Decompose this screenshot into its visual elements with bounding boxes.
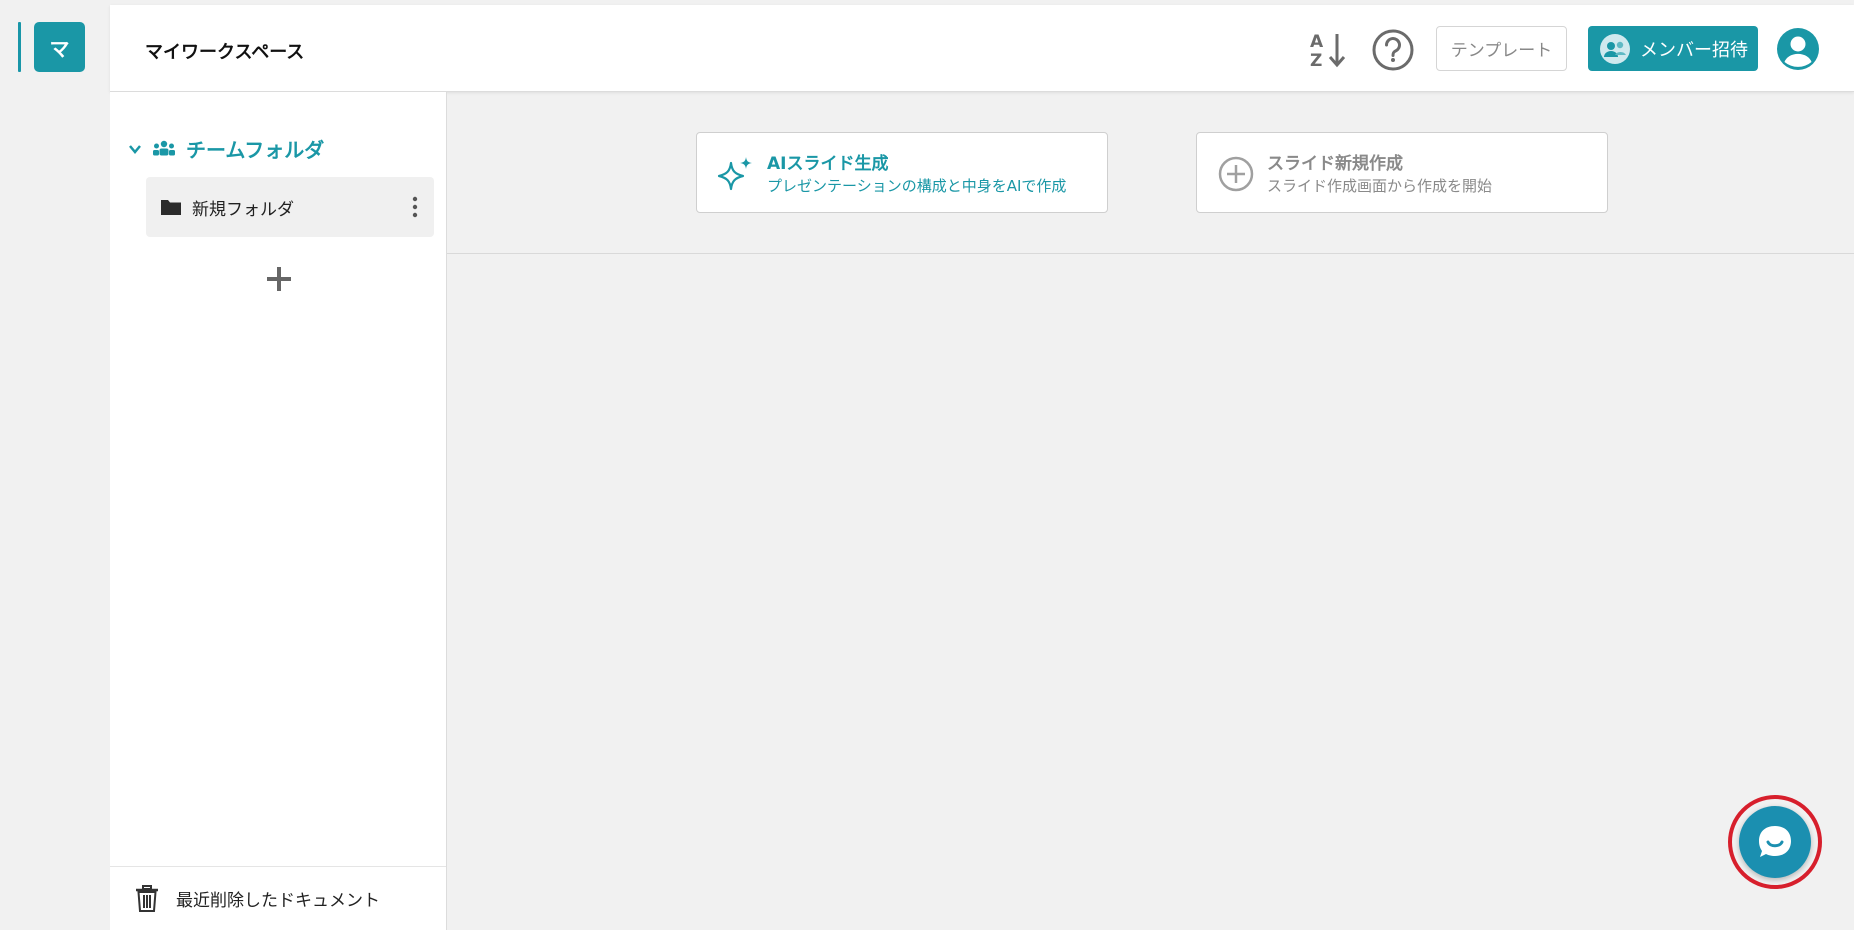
chat-support-button[interactable] <box>1739 806 1811 878</box>
sort-button[interactable]: A Z <box>1304 27 1350 73</box>
chat-bubble-icon <box>1759 826 1791 857</box>
team-icon <box>153 140 175 155</box>
ai-slide-generate-card[interactable]: AIスライド生成 プレゼンテーションの構成と中身をAIで作成 <box>696 132 1108 213</box>
invite-member-button[interactable]: メンバー招待 <box>1588 26 1758 71</box>
workspace-avatar-button[interactable]: マ <box>34 22 85 72</box>
plus-icon <box>267 267 291 291</box>
team-folder-label: チームフォルダ <box>186 138 325 162</box>
recently-deleted-label: 最近削除したドキュメント <box>176 891 380 911</box>
folder-name: 新規フォルダ <box>192 199 294 220</box>
recently-deleted-link[interactable]: 最近削除したドキュメント <box>110 866 446 930</box>
help-circle-icon <box>1372 29 1414 71</box>
add-folder-button[interactable] <box>262 262 296 296</box>
workspace-title: マイワークスペース <box>145 42 305 63</box>
plus-circle-icon <box>1217 155 1255 193</box>
help-button[interactable] <box>1370 27 1416 73</box>
svg-text:A: A <box>1310 32 1324 52</box>
folder-icon <box>161 200 181 215</box>
template-button[interactable]: テンプレート <box>1436 26 1567 71</box>
folder-sidebar: チームフォルダ 新規フォルダ 最近削除したドキュメント <box>110 92 447 930</box>
sparkle-icon <box>717 155 755 193</box>
team-folder-header[interactable]: チームフォルダ <box>128 134 324 163</box>
user-icon <box>1777 28 1819 70</box>
trash-icon <box>136 884 158 912</box>
sort-alpha-icon: A Z <box>1310 32 1346 70</box>
folder-item[interactable]: 新規フォルダ <box>146 177 434 237</box>
top-bar: マイワークスペース A Z テンプレート メンバー招待 <box>110 5 1854 92</box>
svg-text:Z: Z <box>1310 51 1322 70</box>
ai-card-subtitle: プレゼンテーションの構成と中身をAIで作成 <box>767 177 1067 195</box>
folder-menu-icon[interactable] <box>410 194 420 220</box>
chat-highlight-ring <box>1728 795 1822 889</box>
create-actions-bar: AIスライド生成 プレゼンテーションの構成と中身をAIで作成 スライド新規作成 … <box>447 92 1854 254</box>
ai-card-title: AIスライド生成 <box>767 154 889 174</box>
new-card-title: スライド新規作成 <box>1267 154 1403 174</box>
new-slide-card[interactable]: スライド新規作成 スライド作成画面から作成を開始 <box>1196 132 1608 213</box>
user-avatar[interactable] <box>1776 27 1820 71</box>
invite-member-label: メンバー招待 <box>1640 39 1748 61</box>
new-card-subtitle: スライド作成画面から作成を開始 <box>1267 177 1493 195</box>
users-icon <box>1599 33 1631 65</box>
workspace-rail: マ <box>0 0 110 930</box>
chevron-down-icon <box>129 144 141 154</box>
active-workspace-indicator <box>18 22 21 72</box>
